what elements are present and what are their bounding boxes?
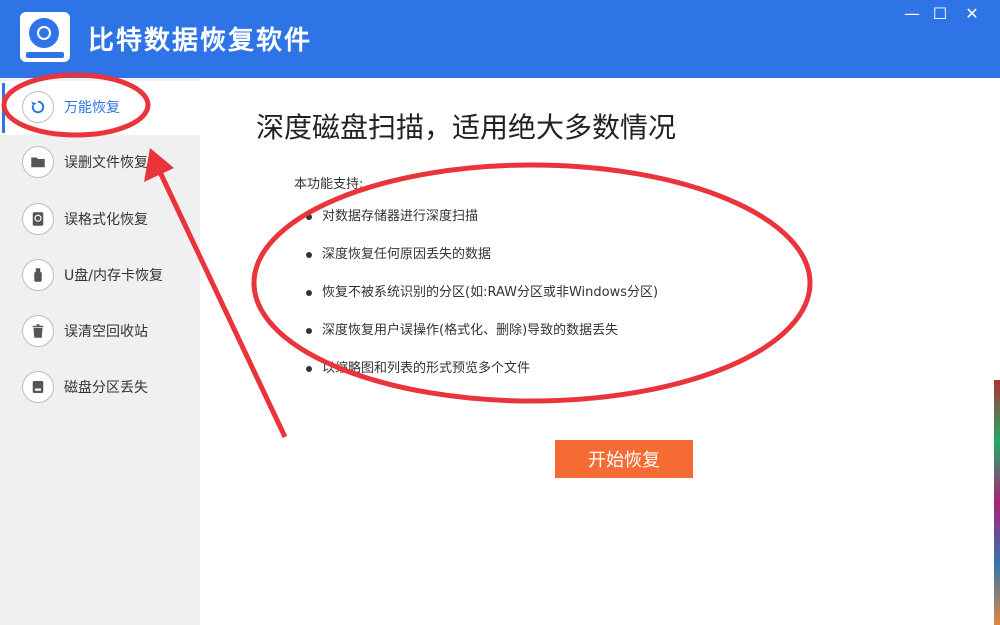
- feature-list: 对数据存储器进行深度扫描 深度恢复任何原因丢失的数据 恢复不被系统识别的分区(如…: [306, 206, 658, 396]
- sidebar-item-deleted-files[interactable]: 误删文件恢复: [0, 136, 200, 190]
- undo-icon: [22, 91, 54, 123]
- sidebar-item-label: 误格式化恢复: [64, 212, 148, 228]
- trash-icon: [22, 315, 54, 347]
- sidebar-item-partition-lost[interactable]: 磁盘分区丢失: [0, 361, 200, 415]
- folder-icon: [22, 146, 54, 178]
- sidebar-item-recycle-bin[interactable]: 误清空回收站: [0, 305, 200, 359]
- list-item: 对数据存储器进行深度扫描: [306, 206, 658, 244]
- minimize-button[interactable]: —: [898, 4, 926, 24]
- sidebar-item-label: U盘/内存卡恢复: [64, 268, 163, 284]
- background-window-edge: [994, 380, 1000, 625]
- app-title: 比特数据恢复软件: [88, 26, 313, 56]
- sidebar-item-universal-recovery[interactable]: 万能恢复: [0, 81, 200, 135]
- title-bar: 比特数据恢复软件 — ☐ ✕: [0, 0, 1000, 78]
- usb-icon: [22, 259, 54, 291]
- page-title: 深度磁盘扫描，适用绝大多数情况: [256, 111, 677, 144]
- sidebar-item-label: 误删文件恢复: [64, 155, 148, 171]
- start-recovery-button[interactable]: 开始恢复: [555, 440, 693, 478]
- sidebar-item-label: 万能恢复: [64, 100, 120, 116]
- features-heading: 本功能支持:: [294, 177, 364, 192]
- sidebar-item-label: 误清空回收站: [64, 324, 148, 340]
- drive-icon: [22, 371, 54, 403]
- sidebar-item-format-recovery[interactable]: 误格式化恢复: [0, 193, 200, 247]
- list-item: 恢复不被系统识别的分区(如:RAW分区或非Windows分区): [306, 282, 658, 320]
- list-item: 深度恢复任何原因丢失的数据: [306, 244, 658, 282]
- sidebar-item-usb-recovery[interactable]: U盘/内存卡恢复: [0, 249, 200, 303]
- sidebar-item-label: 磁盘分区丢失: [64, 380, 148, 396]
- list-item: 深度恢复用户误操作(格式化、删除)导致的数据丢失: [306, 320, 658, 358]
- disk-icon: [22, 203, 54, 235]
- sidebar: 万能恢复 误删文件恢复 误格式化恢复 U盘/内存卡恢复 误清空回收站 磁盘分区丢…: [0, 78, 200, 625]
- close-button[interactable]: ✕: [958, 4, 986, 24]
- maximize-button[interactable]: ☐: [926, 4, 954, 24]
- app-logo-icon: [20, 12, 70, 62]
- list-item: 以缩略图和列表的形式预览多个文件: [306, 358, 658, 396]
